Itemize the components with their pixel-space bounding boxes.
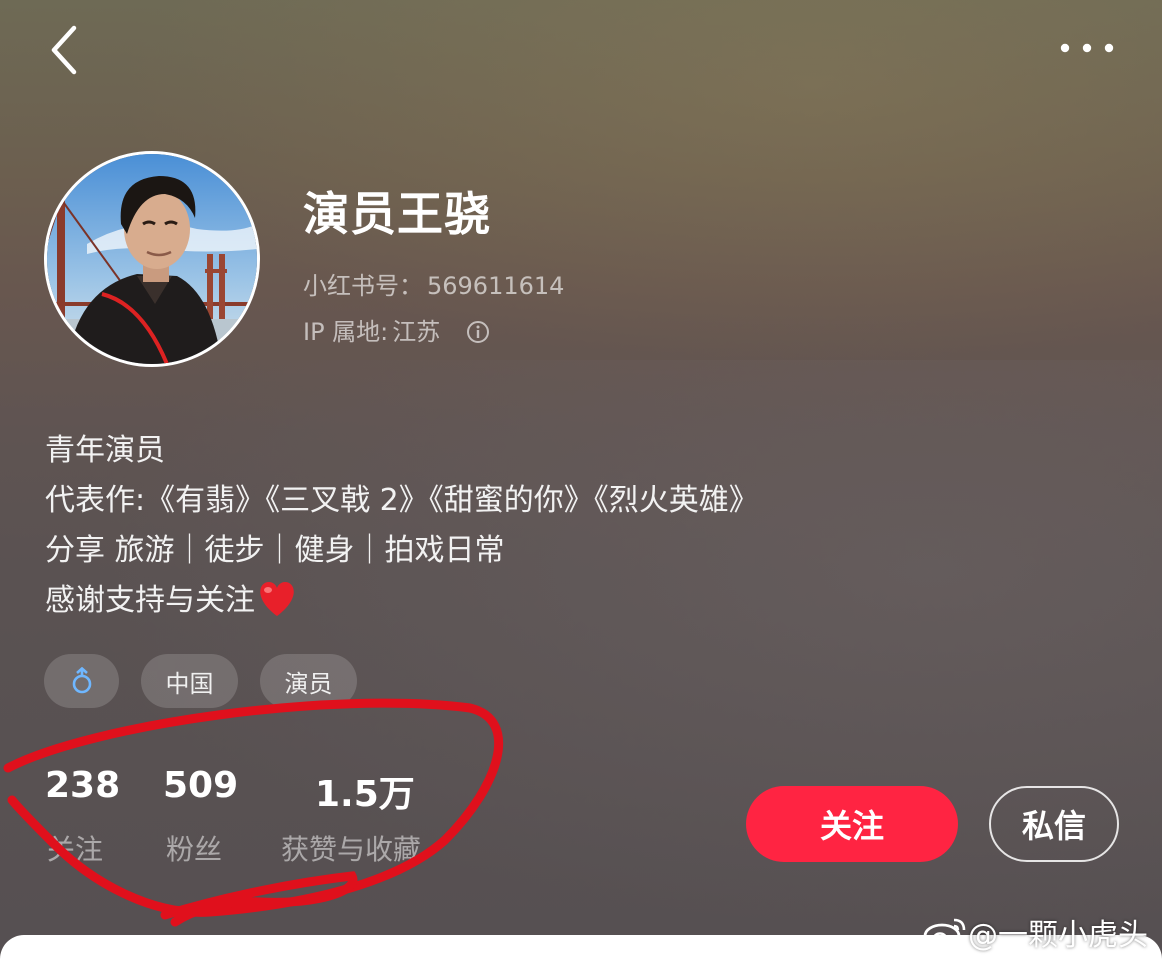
- profession-tag: 演员: [260, 654, 357, 708]
- avatar[interactable]: [44, 151, 260, 367]
- weibo-logo-icon: [923, 918, 966, 949]
- more-dots-icon: [1060, 43, 1114, 53]
- heart-icon: [257, 580, 297, 634]
- account-id-label: 小红书号：: [303, 272, 423, 300]
- ip-location-row: IP 属地: 江苏: [303, 312, 490, 350]
- following-count[interactable]: 238: [45, 765, 120, 806]
- ip-location-value: 江苏: [392, 318, 441, 346]
- info-icon[interactable]: [466, 320, 490, 350]
- avatar-photo: [47, 154, 257, 364]
- follow-button[interactable]: 关注: [746, 786, 958, 862]
- account-id-value: 569611614: [427, 272, 565, 300]
- more-options-button[interactable]: [1055, 30, 1125, 66]
- likes-label[interactable]: 获赞与收藏: [281, 828, 421, 868]
- chevron-left-icon: [51, 25, 77, 75]
- gender-tag: [44, 654, 119, 708]
- bio-line-3: 分享 旅游｜徒步｜健身｜拍戏日常: [45, 533, 505, 568]
- bio-line-1: 青年演员: [45, 433, 165, 468]
- bio-line-4: 感谢支持与关注: [45, 576, 759, 634]
- back-button[interactable]: [40, 22, 90, 78]
- watermark: @一颗小虎头: [922, 912, 1148, 953]
- ip-location-label: IP 属地:: [303, 318, 389, 346]
- followers-count[interactable]: 509: [163, 765, 238, 806]
- account-id-row: 小红书号： 569611614: [303, 266, 564, 301]
- followers-label[interactable]: 粉丝: [166, 828, 222, 868]
- bio: 青年演员 代表作:《有翡》《三叉戟 2》《甜蜜的你》《烈火英雄》 分享 旅游｜徒…: [45, 426, 759, 634]
- country-tag: 中国: [141, 654, 238, 708]
- message-button[interactable]: 私信: [989, 786, 1119, 862]
- following-label[interactable]: 关注: [47, 828, 103, 868]
- bio-line-2: 代表作:《有翡》《三叉戟 2》《甜蜜的你》《烈火英雄》: [45, 483, 759, 518]
- profile-name: 演员王骁: [303, 187, 491, 241]
- male-icon: [72, 667, 91, 694]
- likes-count[interactable]: 1.5万: [315, 765, 415, 817]
- bio-line-4-text: 感谢支持与关注: [45, 583, 255, 618]
- watermark-text: @一颗小虎头: [968, 918, 1148, 953]
